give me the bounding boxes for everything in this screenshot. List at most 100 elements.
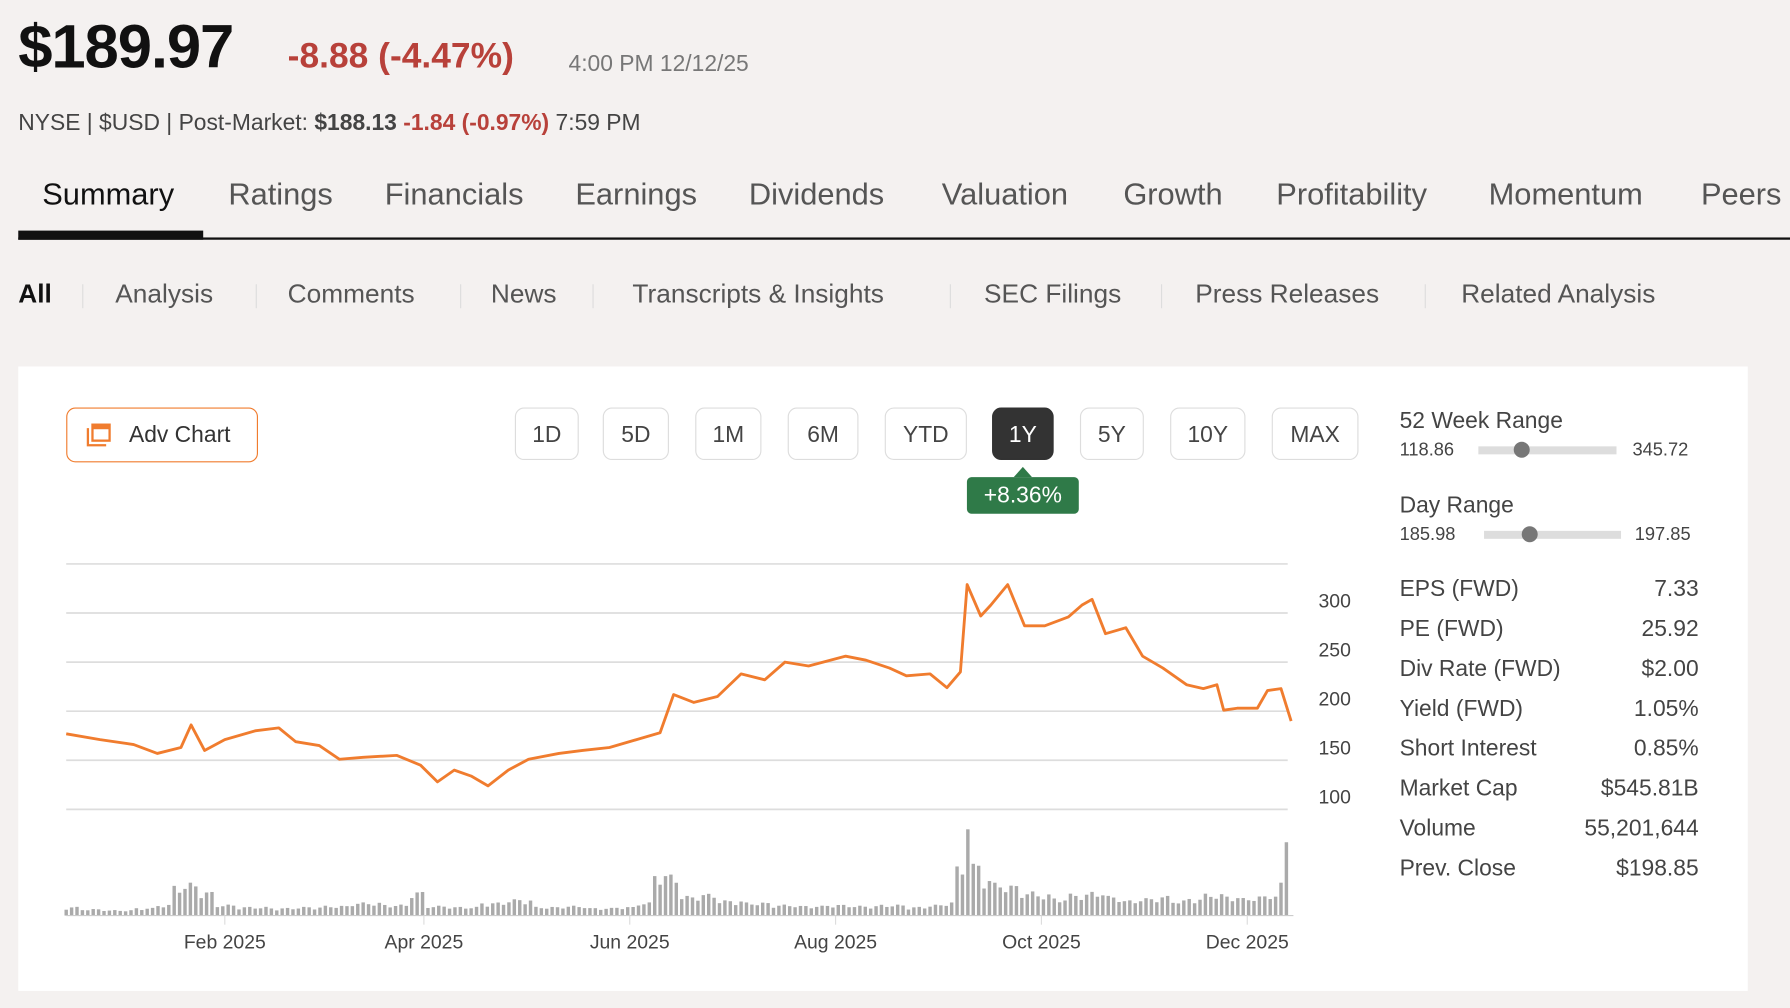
volume-bar — [669, 875, 672, 916]
volume-bar — [1150, 899, 1153, 915]
volume-bar — [324, 906, 327, 916]
volume-bar — [891, 906, 894, 915]
y-tick-label: 300 — [1319, 590, 1352, 612]
volume-bar — [1009, 886, 1012, 916]
y-tick-label: 250 — [1319, 639, 1352, 661]
volume-bar — [783, 905, 786, 916]
volume-bar — [1161, 897, 1164, 915]
volume-bar — [145, 909, 148, 916]
volume-bar — [81, 910, 84, 915]
volume-bar — [561, 909, 564, 916]
volume-bar — [297, 909, 300, 916]
volume-bar — [799, 906, 802, 916]
volume-bar — [496, 903, 499, 916]
volume-bar — [253, 909, 256, 916]
volume-bar — [1107, 896, 1110, 916]
volume-bar — [351, 906, 354, 915]
volume-bar — [388, 907, 391, 915]
volume-bar — [653, 876, 656, 915]
volume-bar — [810, 908, 813, 915]
volume-bar — [577, 907, 580, 915]
volume-bar — [1117, 902, 1120, 916]
volume-bar — [966, 829, 969, 915]
quote-page: $189.97 -8.88 (-4.47%) 4:00 PM 12/12/25 … — [0, 0, 1790, 1008]
volume-bar — [64, 910, 67, 916]
volume-bar — [518, 900, 521, 915]
volume-bar — [286, 908, 289, 916]
volume-bar — [788, 906, 791, 915]
volume-bar — [745, 902, 748, 915]
volume-bar — [572, 906, 575, 916]
volume-bar — [378, 903, 381, 916]
volume-bar — [442, 907, 445, 916]
volume-bar — [523, 904, 526, 915]
volume-bar — [1166, 896, 1169, 916]
volume-bar — [912, 907, 915, 915]
volume-bar — [243, 907, 246, 915]
volume-bar — [842, 905, 845, 916]
volume-bar — [1285, 842, 1288, 915]
volume-bar — [858, 906, 861, 916]
volume-bar — [421, 892, 424, 916]
volume-bar — [723, 900, 726, 915]
volume-bar — [658, 885, 661, 916]
volume-bar — [162, 907, 165, 915]
volume-bar — [1252, 901, 1255, 916]
volume-bar — [469, 908, 472, 915]
volume-bar — [178, 893, 181, 916]
volume-bar — [237, 909, 240, 915]
volume-bar — [1128, 900, 1131, 915]
volume-bar — [1241, 898, 1244, 916]
volume-bar — [880, 905, 883, 916]
volume-bar — [334, 908, 337, 916]
volume-bar — [1263, 896, 1266, 915]
volume-bar — [972, 864, 975, 916]
volume-bar — [1139, 901, 1142, 915]
volume-bar — [847, 907, 850, 915]
volume-bar — [1236, 898, 1239, 915]
volume-bar — [129, 910, 132, 915]
volume-bar — [1063, 900, 1066, 915]
volume-bar — [691, 897, 694, 915]
volume-bar — [1123, 901, 1126, 915]
volume-bar — [604, 909, 607, 916]
volume-bar — [264, 907, 267, 916]
volume-bar — [939, 905, 942, 915]
volume-bar — [356, 904, 359, 916]
volume-bar — [545, 909, 548, 916]
volume-bar — [831, 908, 834, 916]
volume-bar — [648, 902, 651, 915]
x-tick-label: Aug 2025 — [794, 932, 877, 954]
volume-bar — [750, 905, 753, 916]
volume-bar — [1279, 883, 1282, 916]
volume-bar — [696, 901, 699, 916]
volume-bar — [615, 908, 618, 916]
volume-bar — [513, 899, 516, 915]
volume-bar — [610, 908, 613, 916]
volume-bar — [210, 892, 213, 916]
volume-bar — [934, 905, 937, 916]
volume-bar — [1058, 902, 1061, 915]
volume-bar — [907, 910, 910, 916]
volume-bar — [950, 902, 953, 915]
volume-bar — [367, 904, 370, 915]
volume-bar — [1144, 898, 1147, 915]
volume-bar — [1155, 902, 1158, 915]
volume-bar — [1047, 894, 1050, 915]
volume-bar — [313, 910, 316, 916]
volume-bar — [1080, 900, 1083, 916]
volume-bar — [102, 911, 105, 916]
volume-bar — [1085, 895, 1088, 916]
volume-bar — [680, 899, 683, 915]
volume-bar — [826, 906, 829, 916]
volume-bar — [502, 905, 505, 916]
volume-bar — [756, 905, 759, 915]
volume-bar — [410, 898, 413, 916]
volume-bar — [1101, 895, 1104, 915]
volume-bar — [761, 903, 764, 916]
volume-bar — [437, 906, 440, 916]
volume-bar — [432, 907, 435, 915]
volume-bar — [1134, 903, 1137, 915]
volume-bar — [923, 908, 926, 915]
volume-bar — [1215, 899, 1218, 916]
